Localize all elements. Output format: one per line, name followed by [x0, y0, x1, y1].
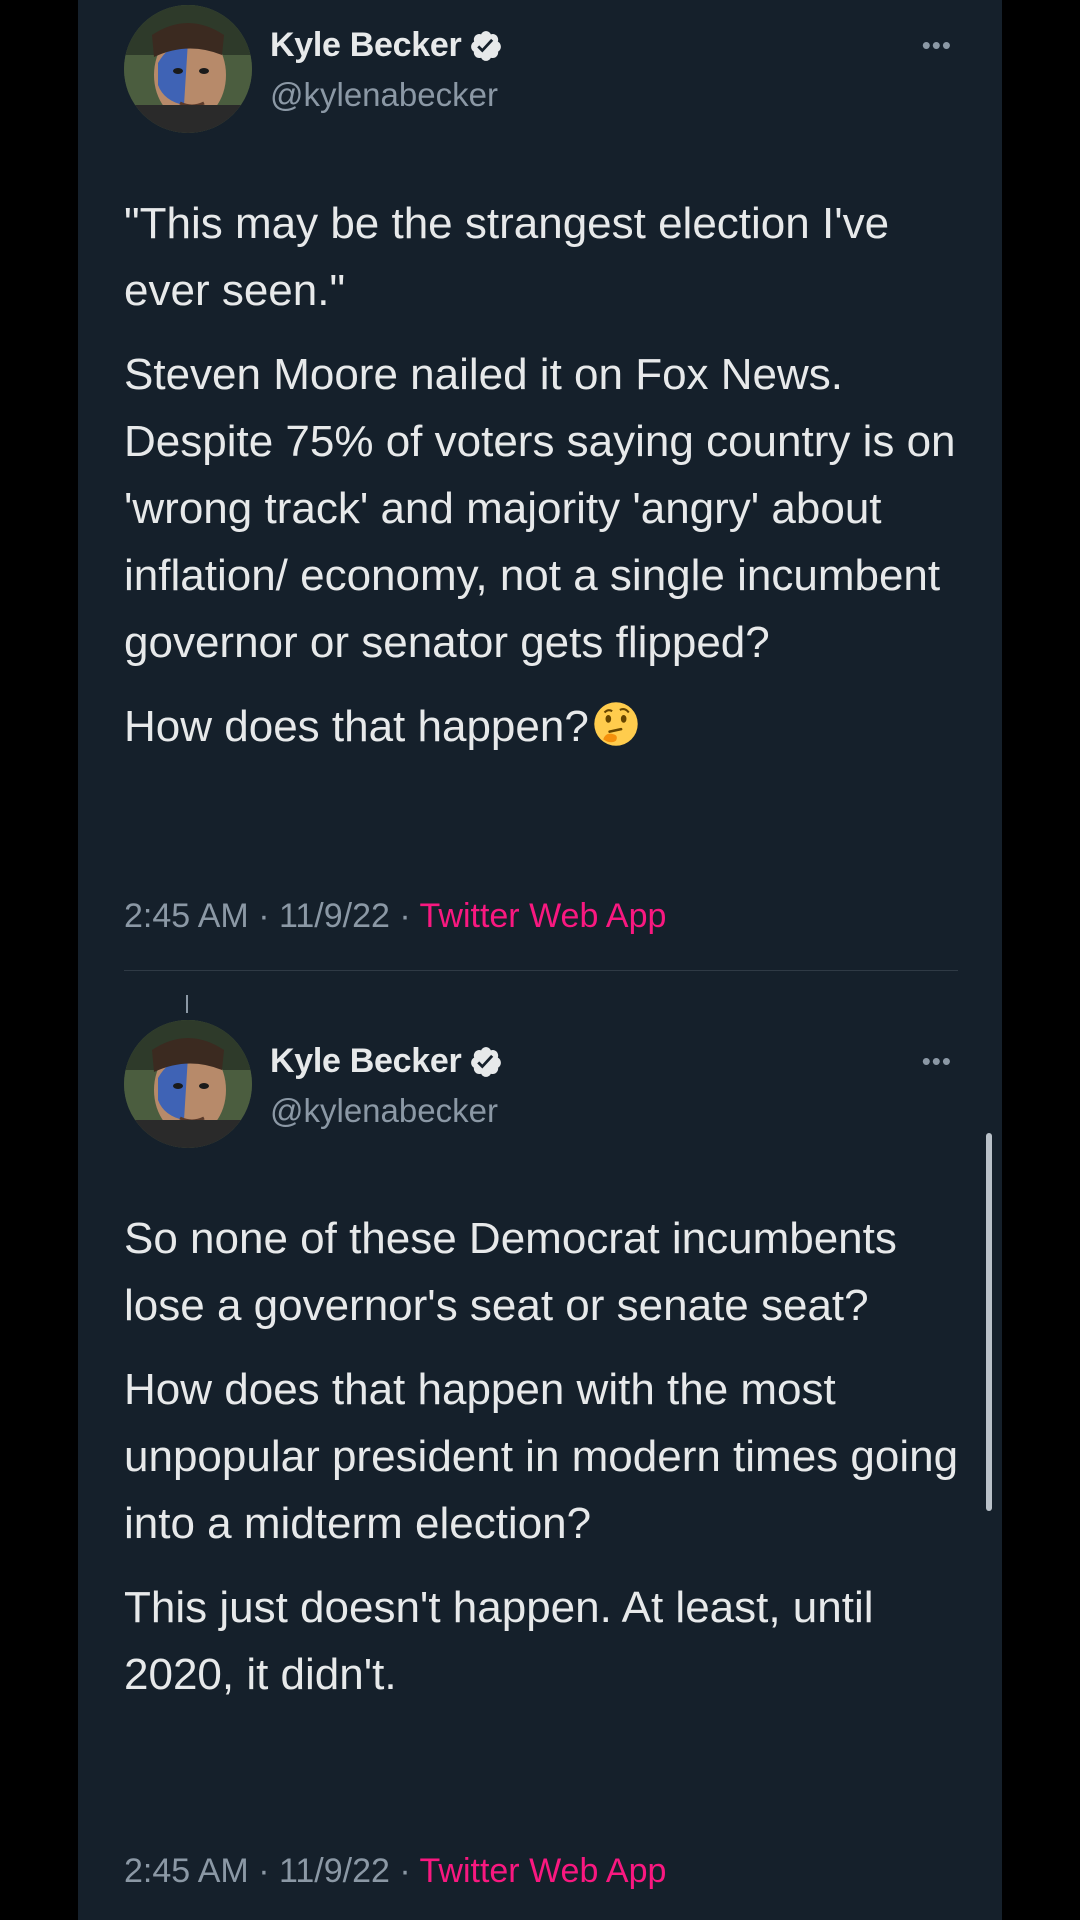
tweet-paragraph: How does that happen? — [124, 693, 964, 760]
author-display-name[interactable]: Kyle Becker — [270, 26, 462, 65]
tweet-text: "This may be the strangest election I've… — [124, 190, 964, 777]
tweet-source-link[interactable]: Twitter Web App — [420, 897, 667, 935]
tweet-paragraph: So none of these Democrat incumbents los… — [124, 1214, 897, 1330]
tweet-metadata: 2:45 AM · 11/9/22 · Twitter Web App — [124, 897, 667, 935]
tweet-date[interactable]: 11/9/22 — [279, 897, 390, 935]
more-options-icon[interactable]: ••• — [922, 30, 952, 61]
thinking-face-emoji-icon — [594, 702, 638, 746]
author-name-row: Kyle Becker — [270, 26, 503, 65]
author-display-name[interactable]: Kyle Becker — [270, 1042, 462, 1081]
verified-badge-icon — [471, 1046, 502, 1077]
tweet-paragraph: Steven Moore nailed it on Fox News. Desp… — [124, 350, 956, 667]
tweet-metadata: 2:45 AM · 11/9/22 · Twitter Web App — [124, 1852, 667, 1890]
scrollbar-thumb[interactable] — [986, 1133, 992, 1511]
tweet-date[interactable]: 11/9/22 — [279, 1852, 390, 1890]
tweet-text: So none of these Democrat incumbents los… — [124, 1205, 964, 1725]
tweet-thread-panel: Kyle Becker @kylenabecker ••• "This may … — [78, 0, 1002, 1920]
author-name-row: Kyle Becker — [270, 1042, 503, 1081]
tweet-time[interactable]: 2:45 AM — [124, 897, 249, 935]
tweet-paragraph: "This may be the strangest election I've… — [124, 199, 890, 315]
verified-badge-icon — [471, 30, 502, 61]
tweet-source-link[interactable]: Twitter Web App — [420, 1852, 667, 1890]
more-options-icon[interactable]: ••• — [922, 1046, 952, 1077]
thread-connector-line — [186, 995, 188, 1013]
tweet-paragraph: How does that happen with the most unpop… — [124, 1365, 959, 1548]
tweet-paragraph: This just doesn't happen. At least, unti… — [124, 1583, 874, 1699]
author-avatar[interactable] — [124, 1020, 252, 1148]
tweet-divider — [124, 970, 958, 971]
tweet-time[interactable]: 2:45 AM — [124, 1852, 249, 1890]
author-handle[interactable]: @kylenabecker — [270, 76, 498, 114]
author-avatar[interactable] — [124, 5, 252, 133]
author-handle[interactable]: @kylenabecker — [270, 1092, 498, 1130]
